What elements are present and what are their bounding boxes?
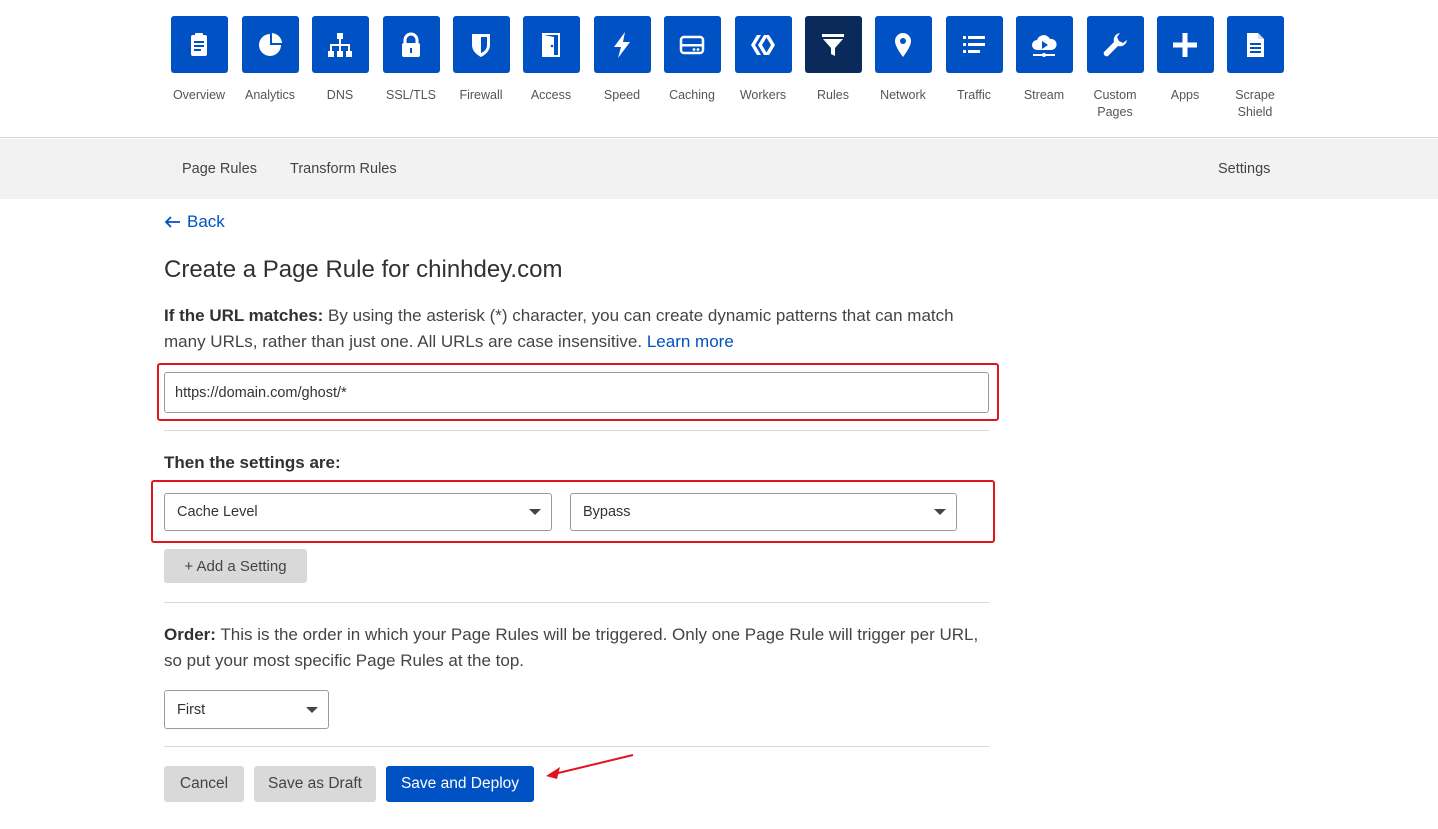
workers-icon [734,16,792,73]
nav-label: DNS [326,88,354,102]
url-label: If the URL matches: [164,306,324,325]
nav-label: SSL/TLS [385,88,437,102]
order-select-value: First [177,701,206,718]
url-pattern-input[interactable]: https://domain.com/ghost/* [164,372,989,413]
divider [164,746,989,747]
nav-custom-pages[interactable]: Custom Pages [1080,16,1150,121]
tab-transform-rules[interactable]: Transform Rules [290,161,397,177]
location-pin-icon [874,16,932,73]
nav-label: Analytics [244,88,296,102]
nav-scrape-shield[interactable]: Scrape Shield [1220,16,1290,121]
nav-caching[interactable]: Caching [657,16,727,104]
back-label: Back [187,212,225,231]
nav-label: Firewall [459,88,503,102]
setting-select[interactable]: Cache Level [164,493,552,531]
nav-label: Apps [1170,88,1200,102]
save-deploy-button[interactable]: Save and Deploy [386,766,534,802]
nav-apps[interactable]: Apps [1150,16,1220,104]
nav-analytics[interactable]: Analytics [235,16,305,104]
divider [164,602,989,603]
tab-settings[interactable]: Settings [1218,161,1270,177]
nav-traffic[interactable]: Traffic [939,16,1009,104]
order-description: Order: This is the order in which your P… [164,622,984,674]
order-label: Order: [164,625,216,644]
nav-ssl-tls[interactable]: SSL/TLS [376,16,446,104]
chevron-down-icon [934,509,946,515]
nav-access[interactable]: Access [516,16,586,104]
add-setting-button[interactable]: + Add a Setting [164,549,307,583]
setting-value-select[interactable]: Bypass [570,493,957,531]
learn-more-link[interactable]: Learn more [647,332,734,351]
shield-icon [452,16,510,73]
annotation-arrow-icon [546,754,634,779]
door-icon [522,16,580,73]
nav-speed[interactable]: Speed [587,16,657,104]
url-description: If the URL matches: By using the asteris… [164,303,984,355]
nav-firewall[interactable]: Firewall [446,16,516,104]
divider [164,430,989,431]
network-tree-icon [311,16,369,73]
setting-select-value: Cache Level [177,504,258,520]
plus-icon [1156,16,1214,73]
chevron-down-icon [529,509,541,515]
lock-icon [382,16,440,73]
nav-label: Custom Pages [1093,88,1137,119]
back-link[interactable]: Back [164,212,225,232]
save-draft-button[interactable]: Save as Draft [254,766,376,802]
list-icon [945,16,1003,73]
chevron-down-icon [306,706,318,713]
sub-navigation: Page Rules Transform Rules Settings [0,139,1438,199]
nav-rules[interactable]: Rules [798,16,868,104]
nav-stream[interactable]: Stream [1009,16,1079,104]
cloud-play-icon [1015,16,1073,73]
nav-label: Scrape Shield [1235,88,1275,119]
settings-heading: Then the settings are: [164,453,341,472]
tab-page-rules[interactable]: Page Rules [182,161,257,177]
document-icon [1226,16,1284,73]
nav-label: Network [880,88,926,102]
arrow-left-icon [164,216,180,228]
clipboard-icon [170,16,228,73]
nav-label: Workers [739,88,787,102]
setting-value-select-value: Bypass [583,504,631,520]
nav-label: Caching [669,88,715,102]
lightning-icon [593,16,651,73]
order-select[interactable]: First [164,690,329,729]
cancel-button[interactable]: Cancel [164,766,244,802]
nav-overview[interactable]: Overview [164,16,234,104]
order-help-text: This is the order in which your Page Rul… [164,625,979,670]
nav-label: Rules [817,88,849,102]
filter-icon [804,16,862,73]
top-navigation: Overview Analytics DNS SSL/TLS Firewall … [0,0,1438,138]
wrench-icon [1086,16,1144,73]
pie-chart-icon [241,16,299,73]
page-title: Create a Page Rule for chinhdey.com [164,256,563,283]
nav-label: Speed [603,88,641,102]
nav-dns[interactable]: DNS [305,16,375,104]
nav-workers[interactable]: Workers [728,16,798,104]
nav-label: Overview [172,88,226,102]
nav-label: Access [530,88,572,102]
nav-network[interactable]: Network [868,16,938,104]
nav-label: Stream [1023,88,1065,102]
nav-label: Traffic [956,88,992,102]
server-drive-icon [663,16,721,73]
